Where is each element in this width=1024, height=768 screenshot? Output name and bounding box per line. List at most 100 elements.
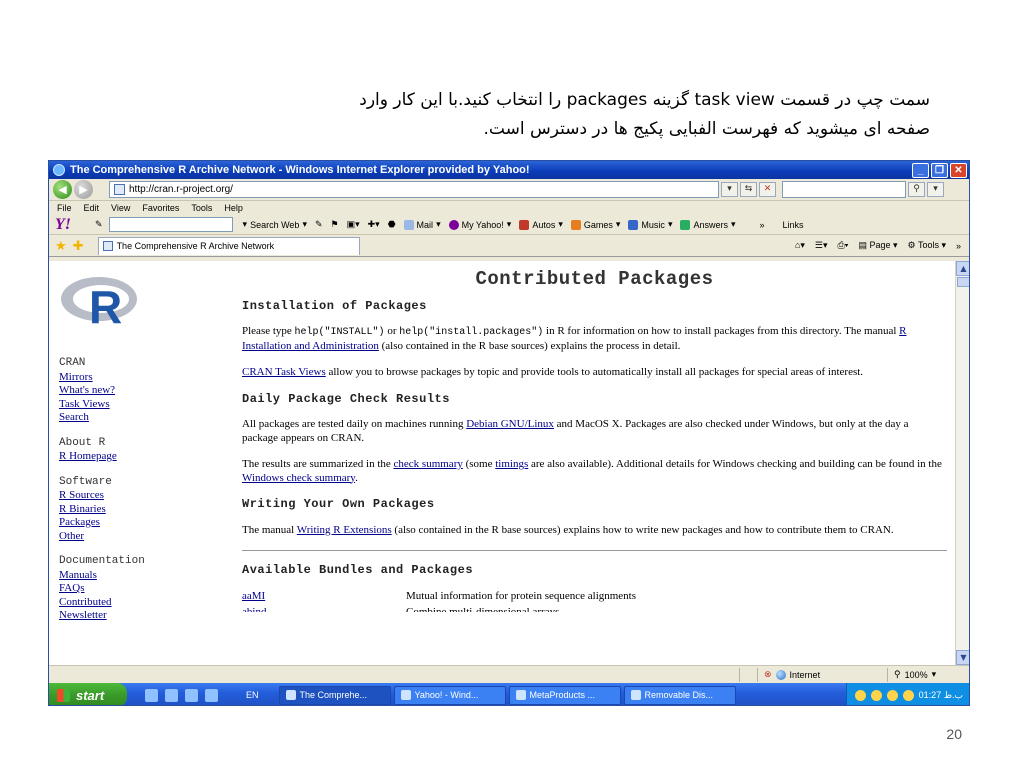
- link-cran-task-views[interactable]: CRAN Task Views: [242, 366, 326, 378]
- games-button[interactable]: Games ▾: [570, 219, 620, 230]
- maximize-button[interactable]: ❐: [931, 162, 948, 178]
- mail-button[interactable]: Mail ▾: [403, 219, 441, 230]
- package-link[interactable]: abind: [242, 606, 406, 612]
- more-chevron[interactable]: »: [760, 220, 765, 230]
- tab-row: ★ ✚ The Comprehensive R Archive Network …: [49, 235, 969, 257]
- sidebar-link-manuals[interactable]: Manuals: [59, 569, 209, 583]
- cmd-more-chevron[interactable]: »: [956, 241, 961, 251]
- sidebar-link-task-views[interactable]: Task Views: [59, 398, 209, 412]
- address-dropdown-button[interactable]: ▾: [721, 182, 738, 197]
- antispy-icon[interactable]: ⚑: [331, 219, 339, 230]
- window-titlebar: The Comprehensive R Archive Network - Wi…: [49, 161, 969, 179]
- start-label: start: [76, 687, 105, 703]
- sidebar-link-r-sources[interactable]: R Sources: [59, 489, 209, 503]
- home-icon[interactable]: ⌂▾: [795, 240, 805, 251]
- menu-tools[interactable]: Tools: [191, 203, 212, 213]
- sidebar-link-contributed[interactable]: Contributed: [59, 596, 209, 610]
- link-check-summary[interactable]: check summary: [394, 458, 463, 470]
- popup-icon[interactable]: ▣▾: [347, 219, 360, 230]
- print-icon[interactable]: ⎙▾: [837, 240, 848, 251]
- tray-icon[interactable]: [886, 689, 898, 701]
- link-windows-check-summary[interactable]: Windows check summary: [242, 472, 355, 484]
- feeds-icon[interactable]: ☰▾: [815, 240, 828, 251]
- slide-number: 20: [946, 726, 962, 742]
- taskbar-item-metaproducts[interactable]: MetaProducts ...: [508, 685, 621, 705]
- my-yahoo-button[interactable]: My Yahoo! ▾: [448, 219, 511, 230]
- quicklaunch-ie-icon[interactable]: [165, 688, 178, 702]
- favorites-star-icon[interactable]: ★: [55, 238, 67, 254]
- live-search-input[interactable]: [782, 181, 906, 198]
- scroll-thumb[interactable]: [957, 277, 969, 287]
- sidebar-link-r-binaries[interactable]: R Binaries: [59, 503, 209, 517]
- yahoo-logo[interactable]: Y!: [55, 216, 71, 234]
- search-options-button[interactable]: ▾: [927, 182, 944, 197]
- quicklaunch-icon[interactable]: [185, 688, 198, 702]
- pencil-icon[interactable]: ✎: [95, 219, 103, 230]
- stop-button[interactable]: ✕: [759, 182, 776, 197]
- ie-icon: [53, 164, 65, 176]
- back-button[interactable]: ◀: [53, 180, 72, 199]
- check-heading: Daily Package Check Results: [242, 391, 450, 406]
- tray-icon[interactable]: [870, 689, 882, 701]
- answers-button[interactable]: Answers ▾: [680, 219, 736, 230]
- taskbar-item-yahoo[interactable]: Yahoo! - Wind...: [393, 685, 506, 705]
- menu-file[interactable]: File: [57, 203, 72, 213]
- sidebar-link-newsletter[interactable]: Newsletter: [59, 609, 209, 623]
- page-menu[interactable]: ▤ Page ▾: [858, 240, 897, 251]
- games-label: Games: [583, 219, 613, 230]
- links-button[interactable]: Links: [783, 220, 804, 230]
- sidebar-link-faqs[interactable]: FAQs: [59, 582, 209, 596]
- tray-icon[interactable]: [902, 689, 914, 701]
- taskbar-item-ie[interactable]: The Comprehe...: [278, 685, 391, 705]
- answers-label: Answers: [693, 219, 728, 230]
- language-indicator[interactable]: EN: [246, 690, 259, 700]
- forward-button[interactable]: ▶: [74, 180, 93, 199]
- start-button[interactable]: start: [49, 683, 127, 705]
- search-button[interactable]: ⚲: [908, 182, 925, 197]
- menu-help[interactable]: Help: [224, 203, 243, 213]
- task-label: Removable Dis...: [644, 690, 714, 700]
- quicklaunch-icon[interactable]: [145, 688, 158, 702]
- menu-edit[interactable]: Edit: [84, 203, 100, 213]
- search-web-button[interactable]: ▾ Search Web ▾: [243, 219, 307, 230]
- highlight-icon[interactable]: ✎: [315, 219, 323, 230]
- yahoo-search-input[interactable]: [108, 217, 233, 232]
- menu-favorites[interactable]: Favorites: [142, 203, 179, 213]
- menu-view[interactable]: View: [111, 203, 130, 213]
- music-button[interactable]: Music ▾: [628, 219, 672, 230]
- minimize-button[interactable]: _: [912, 162, 929, 178]
- text: (some: [462, 458, 496, 470]
- tray-icon[interactable]: [854, 689, 866, 701]
- clock[interactable]: 01:27 ب.ظ: [919, 690, 963, 701]
- sidebar-link-packages[interactable]: Packages: [59, 516, 209, 530]
- address-bar[interactable]: http://cran.r-project.org/: [109, 181, 719, 198]
- close-button[interactable]: ✕: [950, 162, 967, 178]
- package-link[interactable]: aaMI: [242, 590, 406, 604]
- autos-button[interactable]: Autos ▾: [519, 219, 563, 230]
- taskbar-item-removable-disk[interactable]: Removable Dis...: [623, 685, 736, 705]
- music-icon: [628, 219, 639, 230]
- vertical-scrollbar[interactable]: ▲ ▼: [955, 261, 969, 665]
- add-favorite-icon[interactable]: ✚: [73, 238, 84, 254]
- link-writing-r-extensions[interactable]: Writing R Extensions: [297, 524, 392, 536]
- link-debian[interactable]: Debian GNU/Linux: [466, 418, 554, 430]
- zoom-level: 100%: [904, 669, 928, 680]
- sidebar-link-whats-new[interactable]: What's new?: [59, 384, 209, 398]
- refresh-button[interactable]: ⇆: [740, 182, 757, 197]
- quicklaunch-icon[interactable]: [205, 688, 218, 702]
- r-logo[interactable]: R: [59, 271, 149, 331]
- system-tray: 01:27 ب.ظ: [845, 683, 969, 705]
- tools-menu[interactable]: ⚙ Tools ▾: [908, 240, 946, 251]
- sidebar-link-mirrors[interactable]: Mirrors: [59, 371, 209, 385]
- sidebar-link-other[interactable]: Other: [59, 530, 209, 544]
- scroll-up-arrow[interactable]: ▲: [956, 261, 969, 276]
- tab-cran[interactable]: The Comprehensive R Archive Network: [97, 236, 360, 255]
- stop-sign-icon[interactable]: ⬣: [388, 219, 396, 230]
- sidebar-link-search[interactable]: Search: [59, 411, 209, 425]
- link-timings[interactable]: timings: [495, 458, 528, 470]
- sidebar-link-r-homepage[interactable]: R Homepage: [59, 450, 209, 464]
- bookmark-icon[interactable]: ✚▾: [368, 219, 380, 230]
- sidebar-heading-cran: CRAN: [59, 357, 86, 369]
- scroll-down-arrow[interactable]: ▼: [956, 650, 969, 665]
- zoom-control[interactable]: ⚲ 100% ▾: [887, 667, 969, 682]
